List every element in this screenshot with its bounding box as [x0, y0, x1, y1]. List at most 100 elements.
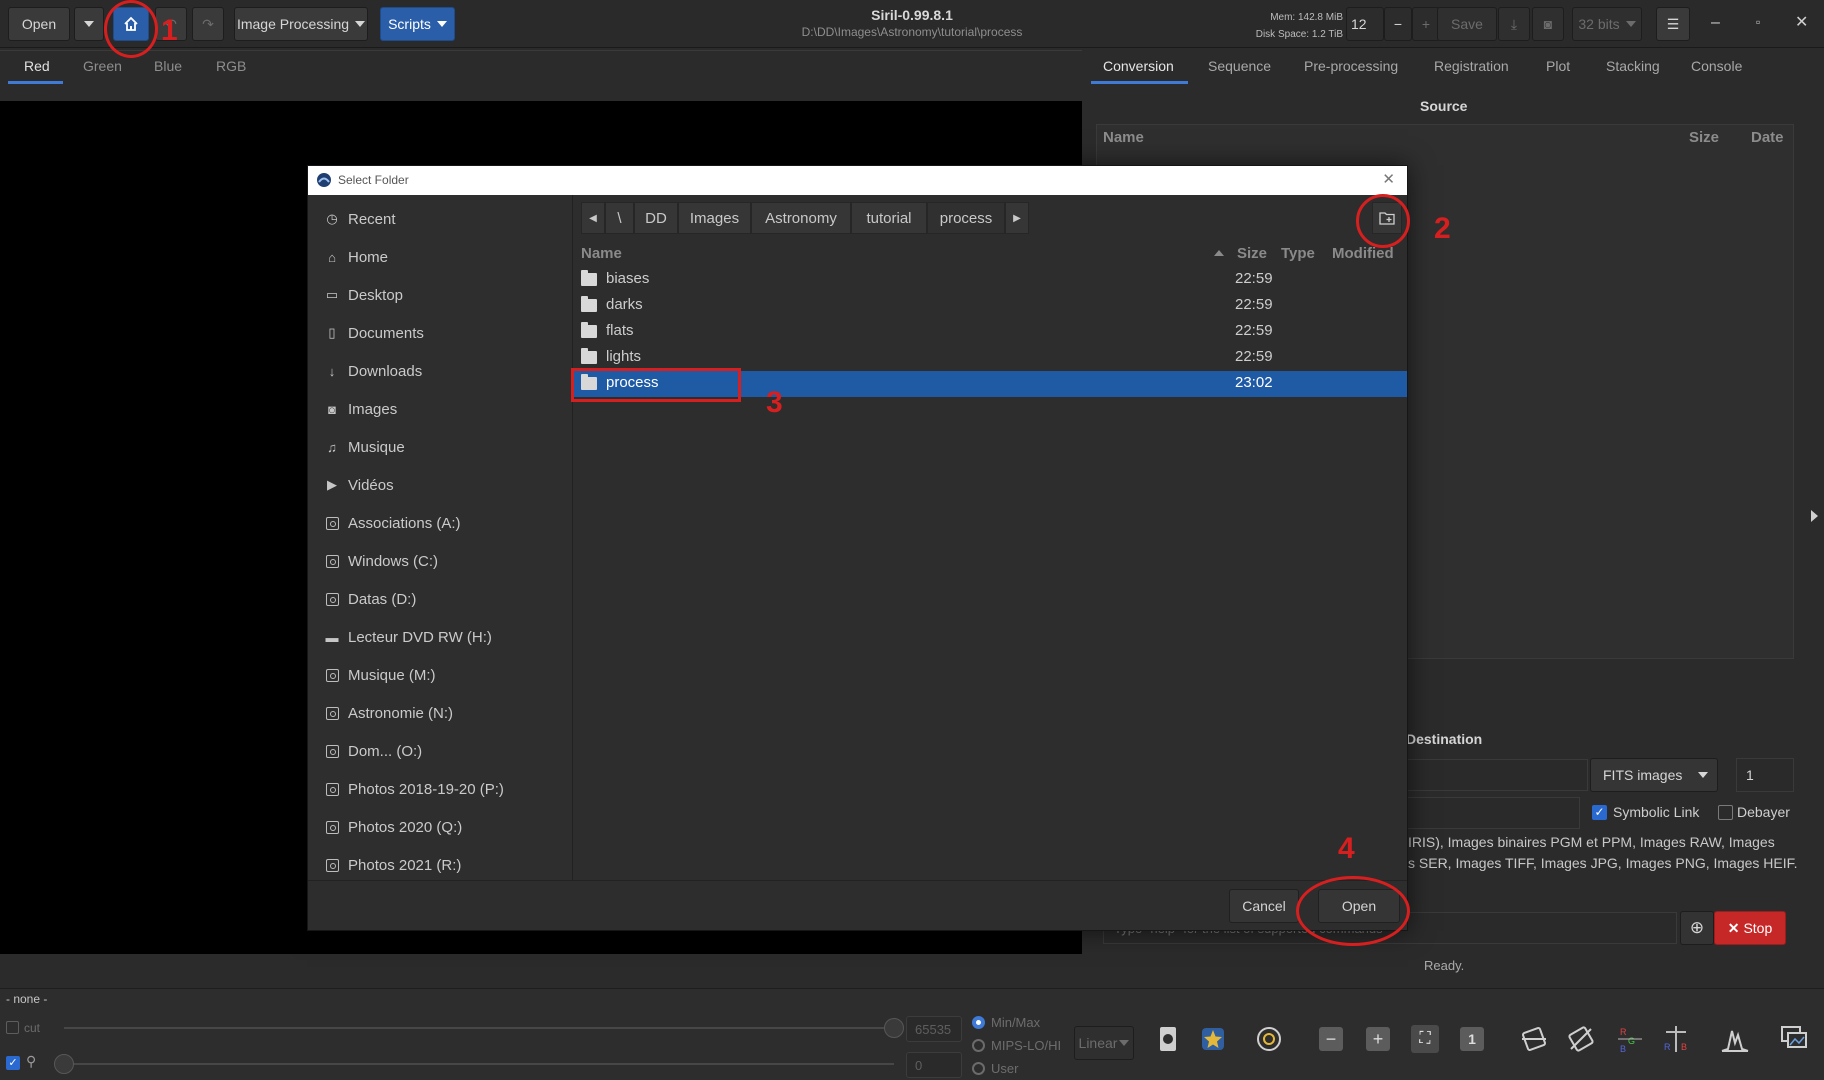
low-value-field[interactable]: 0 [906, 1052, 962, 1078]
place-documents[interactable]: ▯ Documents [308, 314, 573, 352]
tab-blue[interactable]: Blue [154, 58, 182, 74]
minus-icon: − [1393, 16, 1403, 32]
image-list-button[interactable] [1778, 1022, 1812, 1056]
zoom-fit-button[interactable]: ⛶ [1408, 1022, 1442, 1056]
place-desktop[interactable]: ▭ Desktop [308, 276, 573, 314]
crumb-astronomy[interactable]: Astronomy [751, 202, 851, 234]
low-slider-handle[interactable] [54, 1054, 74, 1074]
debayer-checkbox[interactable] [1718, 805, 1733, 820]
place-drive-p[interactable]: Photos 2018-19-20 (P:) [308, 770, 573, 808]
user-radio[interactable] [972, 1062, 985, 1075]
tab-stacking[interactable]: Stacking [1606, 58, 1660, 74]
place-musique[interactable]: ♫ Musique [308, 428, 573, 466]
chevron-down-icon [1698, 772, 1709, 778]
drive-icon [324, 667, 340, 683]
save-as-button[interactable]: ⤓ [1498, 7, 1530, 41]
column-name[interactable]: Name [581, 245, 622, 262]
high-value-field[interactable]: 65535 [906, 1016, 962, 1042]
place-home[interactable]: ⌂ Home [308, 238, 573, 276]
zoom-in-button[interactable]: + [1361, 1022, 1395, 1056]
list-item[interactable]: flats 22:59 [573, 319, 1407, 345]
threads-increment[interactable]: + [1412, 7, 1440, 41]
link-checkbox[interactable]: ✓ [6, 1056, 20, 1070]
column-size[interactable]: Size [1237, 245, 1267, 262]
file-name: flats [606, 322, 634, 339]
save-button[interactable]: Save [1437, 7, 1497, 41]
high-slider-handle[interactable] [884, 1018, 904, 1038]
place-drive-c[interactable]: Windows (C:) [308, 542, 573, 580]
place-images[interactable]: ◙ Images [308, 390, 573, 428]
negative-view-button[interactable] [1151, 1022, 1185, 1056]
destination-dir-field[interactable] [1408, 797, 1580, 829]
place-drive-d[interactable]: Datas (D:) [308, 580, 573, 618]
tab-registration[interactable]: Registration [1434, 58, 1509, 74]
camera-icon: ◙ [328, 401, 336, 417]
crumb-images[interactable]: Images [678, 202, 751, 234]
source-col-name[interactable]: Name [1103, 129, 1144, 146]
tab-green[interactable]: Green [83, 58, 122, 74]
crumb-tutorial[interactable]: tutorial [851, 202, 927, 234]
crumb-process[interactable]: process [927, 202, 1005, 234]
place-recent[interactable]: ◷ Recent [308, 200, 573, 238]
place-downloads[interactable]: ↓ Downloads [308, 352, 573, 390]
zoom-one-button[interactable]: 1 [1455, 1022, 1489, 1056]
tab-rgb[interactable]: RGB [216, 58, 246, 74]
path-back-button[interactable]: ◀ [581, 202, 605, 234]
threads-field[interactable]: 12 [1346, 7, 1384, 41]
place-drive-o[interactable]: Dom... (O:) [308, 732, 573, 770]
tab-red[interactable]: Red [24, 58, 50, 74]
dialog-close-button[interactable]: ✕ [1382, 170, 1395, 188]
mirror-x-button[interactable] [1517, 1022, 1551, 1056]
rgb-compositing-button[interactable]: RGB [1612, 1022, 1646, 1056]
histogram-button[interactable] [1718, 1022, 1752, 1056]
crumb-root[interactable]: \ [605, 202, 634, 234]
column-type[interactable]: Type [1281, 245, 1315, 262]
cut-checkbox[interactable] [6, 1021, 19, 1034]
false-color-button[interactable] [1196, 1022, 1230, 1056]
tab-plot[interactable]: Plot [1546, 58, 1570, 74]
low-slider-track[interactable] [64, 1063, 894, 1065]
tab-pre-processing[interactable]: Pre-processing [1304, 58, 1398, 74]
zoom-out-button[interactable]: − [1314, 1022, 1348, 1056]
place-drive-m[interactable]: Musique (M:) [308, 656, 573, 694]
source-col-date[interactable]: Date [1751, 129, 1784, 146]
dynamic-psf-button[interactable] [1252, 1022, 1286, 1056]
main-menu-button[interactable]: ☰ [1656, 7, 1690, 41]
drive-icon [324, 819, 340, 835]
list-item[interactable]: darks 22:59 [573, 293, 1407, 319]
symbolic-link-checkbox[interactable]: ✓ [1592, 805, 1607, 820]
place-drive-n[interactable]: Astronomie (N:) [308, 694, 573, 732]
minmax-radio[interactable] [972, 1016, 985, 1029]
command-help-button[interactable]: ⊕ [1680, 911, 1714, 945]
start-index-field[interactable]: 1 [1736, 758, 1794, 792]
threads-decrement[interactable]: − [1384, 7, 1412, 41]
close-window-button[interactable]: ✕ [1795, 12, 1808, 32]
high-slider-track[interactable] [64, 1027, 894, 1029]
stop-button[interactable]: ✕ Stop [1714, 911, 1786, 945]
place-drive-h[interactable]: ▬ Lecteur DVD RW (H:) [308, 618, 573, 656]
snapshot-button[interactable]: ◙ [1532, 7, 1564, 41]
place-videos[interactable]: ▶ Vidéos [308, 466, 573, 504]
crumb-dd[interactable]: DD [634, 202, 678, 234]
mips-radio[interactable] [972, 1039, 985, 1052]
place-drive-q[interactable]: Photos 2020 (Q:) [308, 808, 573, 846]
scale-select[interactable]: Linear [1074, 1026, 1134, 1060]
color-calibration-button[interactable]: RB [1659, 1022, 1693, 1056]
cancel-button[interactable]: Cancel [1229, 889, 1299, 923]
place-drive-r[interactable]: Photos 2021 (R:) [308, 846, 573, 884]
path-forward-button[interactable]: ▶ [1005, 202, 1029, 234]
maximize-button[interactable]: ▫ [1756, 15, 1760, 29]
output-format-select[interactable]: FITS images [1590, 758, 1718, 792]
tab-sequence[interactable]: Sequence [1208, 58, 1271, 74]
panel-expand-arrow-icon[interactable] [1811, 510, 1818, 522]
mirror-y-button[interactable] [1564, 1022, 1598, 1056]
tab-console[interactable]: Console [1691, 58, 1742, 74]
video-icon: ▶ [327, 477, 337, 492]
place-drive-a[interactable]: Associations (A:) [308, 504, 573, 542]
minimize-button[interactable]: – [1711, 14, 1720, 32]
source-col-size[interactable]: Size [1689, 129, 1719, 146]
destination-name-field[interactable] [1408, 759, 1588, 791]
list-item[interactable]: biases 22:59 [573, 267, 1407, 293]
tab-conversion[interactable]: Conversion [1103, 58, 1174, 74]
bit-depth-menu[interactable]: 32 bits [1572, 7, 1642, 41]
